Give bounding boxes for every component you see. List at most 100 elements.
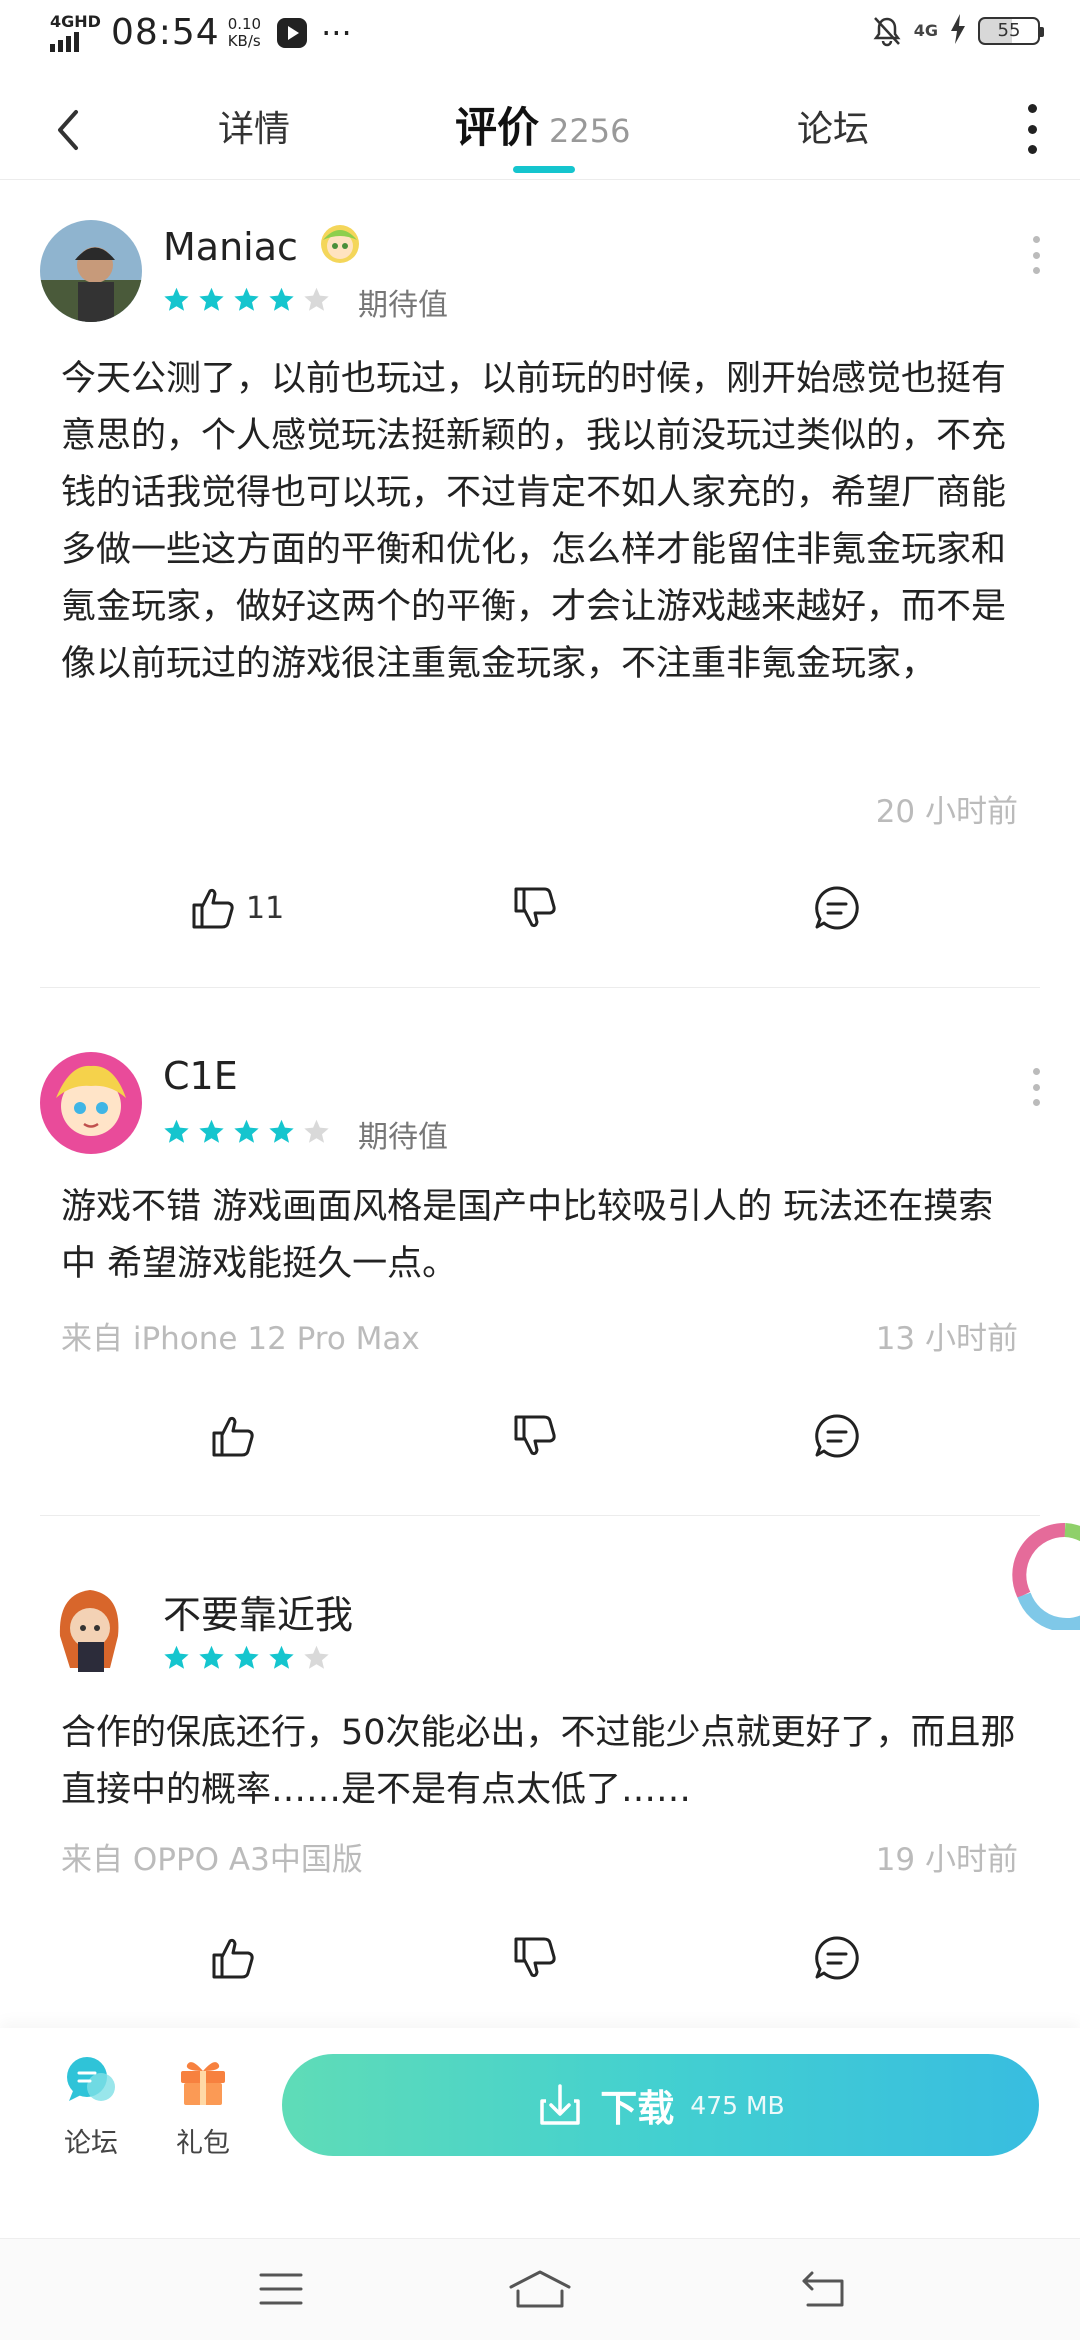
tab-header: 详情 评价 2256 论坛 — [0, 80, 1080, 180]
like-button[interactable] — [208, 1923, 266, 1993]
gift-icon — [181, 2062, 225, 2105]
avatar[interactable] — [40, 220, 142, 322]
network-indicator: 4GHD — [50, 11, 101, 52]
star-icon — [199, 1645, 224, 1669]
star-icon — [164, 287, 189, 311]
media-app-icon — [277, 17, 308, 48]
network-4g-label: 4G — [913, 21, 938, 40]
star-icon — [304, 1645, 329, 1669]
star-icon — [304, 1119, 329, 1143]
review-tag: 期待值 — [358, 1120, 448, 1155]
back-icon — [802, 2271, 844, 2307]
rating-stars — [163, 286, 330, 313]
comment-icon — [815, 886, 859, 930]
comment-icon — [815, 1936, 859, 1980]
app-page: 4GHD 08:54 0.10 KB/s ··· 4G 55 详情 评价 225… — [0, 0, 1080, 2340]
review-count: 2256 — [549, 112, 631, 150]
system-back-button[interactable] — [800, 2269, 848, 2313]
thumbs-down-icon — [514, 887, 556, 928]
divider — [40, 987, 1040, 988]
star-icon — [234, 1119, 259, 1143]
menu-icon — [259, 2273, 303, 2305]
tab-reviews[interactable]: 评价 2256 — [455, 94, 630, 155]
review-menu-button[interactable] — [1030, 1068, 1042, 1106]
download-size: 475 MB — [690, 2090, 785, 2120]
comment-button[interactable] — [812, 873, 862, 943]
star-icon — [269, 1119, 294, 1143]
mute-bell-icon — [872, 15, 902, 47]
system-nav-bar — [0, 2238, 1080, 2340]
battery-indicator: 55 — [978, 17, 1044, 45]
download-icon — [540, 2084, 581, 2125]
comment-button[interactable] — [812, 1401, 862, 1471]
review-content: 合作的保底还行，50次能必出，不过能少点就更好了，而且那直接中的概率……是不是有… — [61, 1713, 1016, 1810]
star-icon — [199, 1119, 224, 1143]
star-icon — [199, 287, 224, 311]
status-bar: 4GHD 08:54 0.10 KB/s ··· 4G 55 — [0, 0, 1080, 70]
signal-icon — [50, 30, 79, 52]
star-icon — [164, 1119, 189, 1143]
gift-button[interactable]: 礼包 — [158, 2053, 248, 2160]
tab-forum[interactable]: 论坛 — [797, 100, 869, 152]
forum-chat-icon — [67, 2057, 115, 2101]
review-device: 来自 iPhone 12 Pro Max — [61, 1321, 420, 1357]
review-content: 今天公测了，以前也玩过，以前玩的时候，刚开始感觉也挺有意思的，个人感觉玩法挺新颖… — [61, 359, 1007, 684]
thumbs-down-icon — [514, 1415, 556, 1456]
username: Maniac — [163, 222, 362, 269]
recent-apps-button[interactable] — [258, 2269, 304, 2313]
review-time: 20 小时前 — [875, 794, 1018, 830]
network-type: 4GHD — [50, 11, 101, 31]
review-device: 来自 OPPO A3中国版 — [61, 1842, 363, 1878]
clock: 08:54 — [110, 12, 220, 53]
review-time: 19 小时前 — [875, 1842, 1018, 1878]
star-icon — [234, 287, 259, 311]
avatar[interactable] — [40, 1052, 142, 1154]
like-count: 11 — [246, 890, 285, 926]
star-icon — [269, 1645, 294, 1669]
gift-label: 礼包 — [176, 2128, 230, 2159]
more-options-button[interactable] — [1022, 104, 1042, 154]
forum-label: 论坛 — [64, 2128, 118, 2159]
dislike-button[interactable] — [510, 1923, 560, 1993]
star-icon — [269, 287, 294, 311]
star-icon — [304, 287, 329, 311]
thumbs-down-icon — [514, 1937, 556, 1978]
home-icon — [509, 2270, 571, 2308]
review-time: 13 小时前 — [875, 1321, 1018, 1357]
thumbs-up-icon — [212, 1938, 254, 1979]
like-button[interactable] — [208, 1401, 266, 1471]
bottom-action-bar: 论坛 礼包 下载 475 MB — [0, 2028, 1080, 2238]
review-actions — [0, 1401, 1080, 1471]
like-button[interactable]: 11 — [188, 873, 284, 943]
thumbs-up-icon — [212, 1416, 254, 1457]
home-button[interactable] — [508, 2269, 572, 2313]
thumbs-up-icon — [192, 888, 234, 929]
network-speed: 0.10 KB/s — [227, 14, 262, 50]
username: C1E — [163, 1054, 238, 1098]
username: 不要靠近我 — [163, 1593, 354, 1637]
download-button[interactable]: 下载 475 MB — [282, 2054, 1039, 2156]
comment-icon — [815, 1414, 859, 1458]
dislike-button[interactable] — [510, 873, 560, 943]
avatar[interactable] — [40, 1576, 142, 1678]
charging-icon — [950, 14, 966, 48]
back-button[interactable] — [48, 98, 98, 158]
more-notifications-icon: ··· — [321, 13, 352, 52]
comment-button[interactable] — [812, 1923, 862, 1993]
floating-ring-button[interactable] — [1010, 1520, 1080, 1633]
tab-details[interactable]: 详情 — [218, 100, 290, 152]
rating-stars — [163, 1118, 330, 1145]
back-arrow-icon — [58, 110, 78, 150]
review-menu-button[interactable] — [1030, 236, 1042, 274]
rating-stars — [163, 1644, 330, 1671]
review-content: 游戏不错 游戏画面风格是国产中比较吸引人的 玩法还在摸索中 希望游戏能挺久一点。 — [61, 1187, 994, 1284]
user-badge-icon — [321, 225, 359, 263]
download-label: 下载 — [600, 2087, 675, 2130]
review-tag: 期待值 — [358, 288, 448, 323]
star-icon — [234, 1645, 259, 1669]
divider — [40, 1515, 1040, 1516]
review-actions — [0, 1923, 1080, 1993]
forum-button[interactable]: 论坛 — [46, 2053, 136, 2160]
review-actions: 11 — [0, 873, 1080, 943]
dislike-button[interactable] — [510, 1401, 560, 1471]
